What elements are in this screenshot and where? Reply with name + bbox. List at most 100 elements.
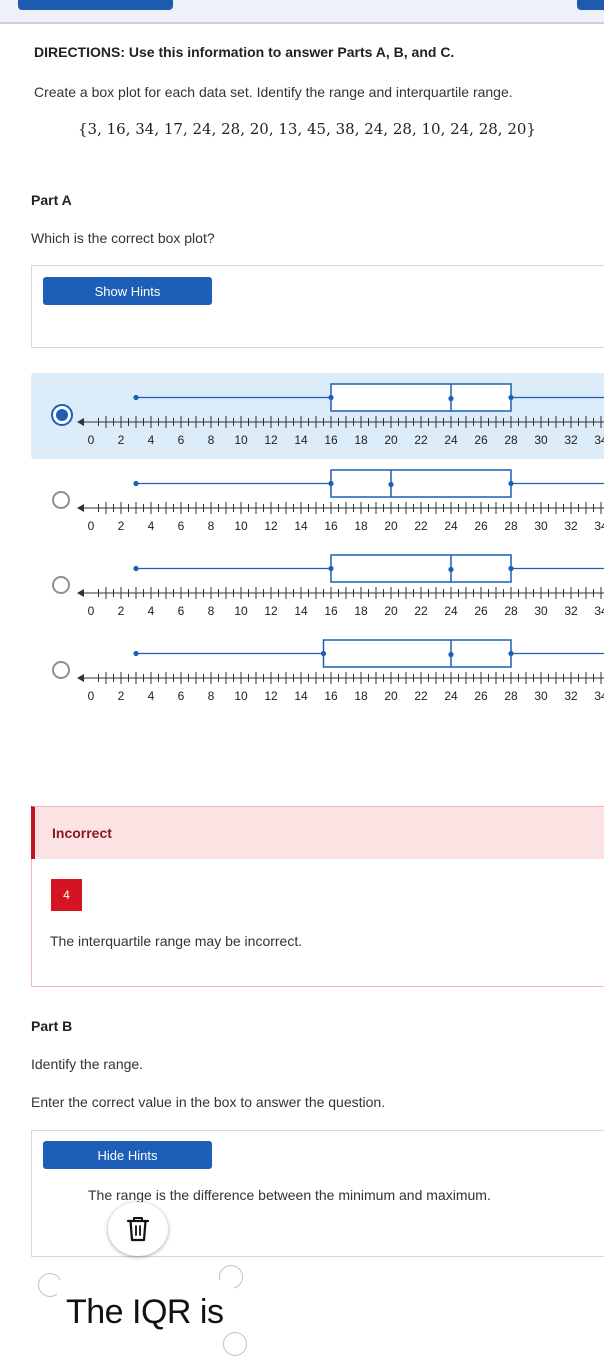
quartile-point [388,481,394,488]
tick-label: 4 [148,433,155,447]
part-a-heading: Part A [31,192,72,208]
quartile-point [133,480,139,487]
quartile-point [508,480,514,487]
part-b-question: Identify the range. [31,1056,144,1072]
selection-handle-bottom[interactable] [223,1332,247,1356]
tick-label: 16 [324,519,338,533]
tick-label: 22 [414,689,428,703]
option-2-box-plot[interactable]: 0246810121416182022242628303234 [76,464,604,540]
part-b-instructions: Enter the correct value in the box to an… [31,1094,386,1110]
feedback-header [31,806,604,859]
tick-label: 34 [594,604,604,618]
tick-label: 12 [264,433,278,447]
directions-heading: DIRECTIONS: Use this information to answ… [34,44,455,60]
quartile-point [133,650,139,657]
tick-label: 34 [594,433,604,447]
tick-label: 14 [294,433,308,447]
tick-label: 10 [234,604,248,618]
tick-label: 24 [444,433,458,447]
quartile-point [508,394,514,401]
tick-label: 6 [178,604,185,618]
tick-label: 18 [354,433,368,447]
toolbar-tab-right[interactable] [577,0,604,10]
toolbar-tab-left[interactable] [18,0,173,10]
tick-label: 32 [564,519,578,533]
tick-label: 2 [118,433,125,447]
top-toolbar [0,0,604,24]
instructions-text: Create a box plot for each data set. Ide… [34,84,513,100]
tick-label: 8 [208,433,215,447]
tick-label: 34 [594,519,604,533]
iqr-overlay-text: The IQR is [66,1293,224,1331]
quartile-point [328,480,334,487]
tick-label: 18 [354,689,368,703]
tick-label: 24 [444,689,458,703]
option-4-box-plot[interactable]: 0246810121416182022242628303234 [76,634,604,710]
tick-label: 26 [474,689,488,703]
quartile-point [448,651,454,658]
hide-hints-button[interactable]: Hide Hints [43,1141,212,1169]
tick-label: 28 [504,433,518,447]
tick-label: 30 [534,519,548,533]
tick-label: 22 [414,519,428,533]
attempt-badge: 4 [51,879,82,911]
part-a-question: Which is the correct box plot? [31,230,215,246]
tick-label: 4 [148,689,155,703]
tick-label: 26 [474,433,488,447]
quartile-point [133,394,139,401]
tick-label: 26 [474,604,488,618]
tick-label: 26 [474,519,488,533]
tick-label: 4 [148,519,155,533]
tick-label: 28 [504,519,518,533]
tick-label: 2 [118,519,125,533]
show-hints-button[interactable]: Show Hints [43,277,212,305]
tick-label: 20 [384,689,398,703]
tick-label: 30 [534,689,548,703]
quartile-point [448,395,454,402]
tick-label: 4 [148,604,155,618]
tick-label: 6 [178,689,185,703]
feedback-status: Incorrect [52,825,112,841]
tick-label: 6 [178,433,185,447]
tick-label: 32 [564,604,578,618]
arrow-left-icon [77,674,84,682]
tick-label: 20 [384,519,398,533]
tick-label: 28 [504,604,518,618]
tick-label: 22 [414,604,428,618]
tick-label: 8 [208,604,215,618]
arrow-left-icon [77,504,84,512]
tick-label: 0 [88,689,95,703]
delete-button[interactable] [108,1202,168,1256]
tick-label: 24 [444,519,458,533]
option-3-radio[interactable] [52,576,70,594]
tick-label: 30 [534,433,548,447]
option-3-box-plot[interactable]: 0246810121416182022242628303234 [76,549,604,625]
tick-label: 12 [264,519,278,533]
tick-label: 32 [564,433,578,447]
option-1-box-plot[interactable]: 0246810121416182022242628303234 [76,378,604,454]
part-b-heading: Part B [31,1018,73,1034]
option-1-radio[interactable] [51,404,73,426]
tick-label: 18 [354,519,368,533]
quartile-point [133,565,139,572]
tick-label: 10 [234,519,248,533]
option-2-radio[interactable] [52,491,70,509]
tick-label: 32 [564,689,578,703]
trash-icon [126,1217,150,1242]
quartile-point [328,394,334,401]
hint-text: The range is the difference between the … [88,1187,491,1203]
tick-label: 0 [88,604,95,618]
tick-label: 16 [324,604,338,618]
quartile-point [320,650,327,657]
tick-label: 22 [414,433,428,447]
feedback-body [31,859,604,987]
tick-label: 10 [234,689,248,703]
tick-label: 2 [118,604,125,618]
tick-label: 12 [264,604,278,618]
tick-label: 0 [88,519,95,533]
tick-label: 14 [294,519,308,533]
option-4-radio[interactable] [52,661,70,679]
tick-label: 20 [384,433,398,447]
quartile-point [328,565,334,572]
tick-label: 8 [208,519,215,533]
